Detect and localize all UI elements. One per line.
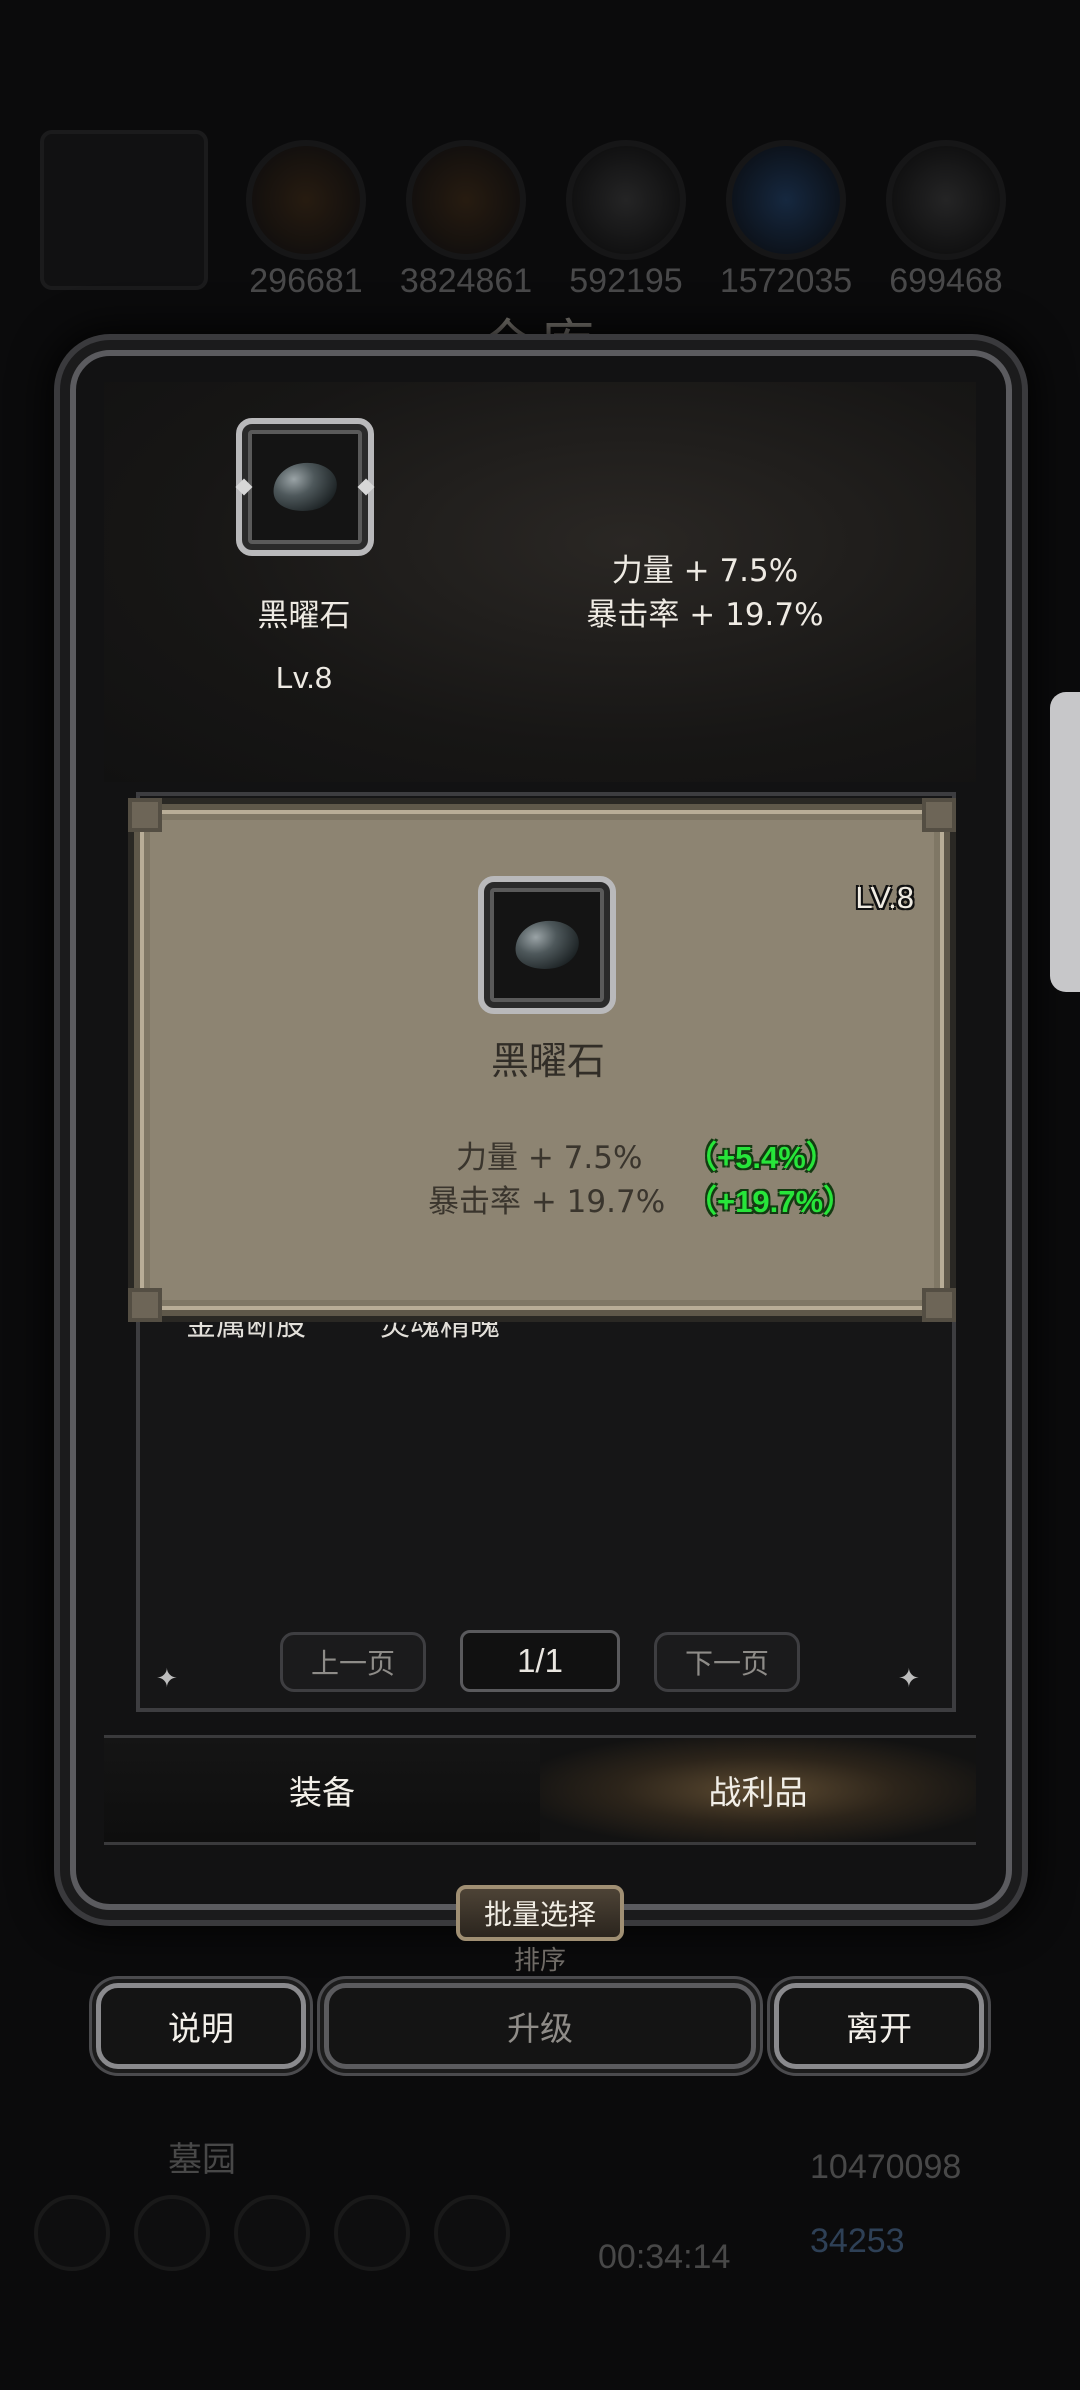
selected-item-name: 黑曜石: [257, 598, 351, 634]
resource-icon: [886, 140, 1006, 260]
timer: 00:34:14: [598, 2238, 731, 2276]
player-avatar: [40, 130, 208, 290]
resource-count: 592195: [569, 262, 683, 300]
help-button[interactable]: 说明: [96, 1983, 306, 2069]
location-label: 墓园: [168, 2140, 236, 2180]
category-tabs: 装备 战利品: [104, 1735, 976, 1845]
menu-icon: [34, 2195, 110, 2271]
selected-item-level: Lv.8: [275, 660, 333, 695]
resource-icon: [566, 140, 686, 260]
menu-icon: [234, 2195, 310, 2271]
selected-item-slot[interactable]: [235, 418, 375, 556]
sort-label: 排序: [513, 1946, 566, 1976]
tooltip-item-name: 黑曜石: [490, 1039, 605, 1083]
gold-count: 10470098: [810, 2148, 962, 2186]
resource-icon: [246, 140, 366, 260]
leave-button[interactable]: 离开: [774, 1983, 984, 2069]
upgrade-button[interactable]: 升级: [324, 1983, 756, 2069]
batch-select-button[interactable]: 批量选择: [456, 1885, 624, 1941]
menu-icon: [134, 2195, 210, 2271]
tooltip-stat-bonus: （+5.4%）: [686, 1140, 837, 1175]
obsidian-icon: [511, 915, 583, 975]
sparkle-icon: ✦: [156, 1664, 178, 1694]
tooltip-level: LV.8: [855, 880, 914, 915]
prev-page-button[interactable]: 上一页: [280, 1632, 426, 1692]
next-page-button[interactable]: 下一页: [654, 1632, 800, 1692]
tooltip-stat: 暴击率 + 19.7%: [428, 1184, 666, 1220]
sparkle-icon: ✦: [898, 1664, 920, 1694]
item-tooltip: LV.8 黑曜石 力量 + 7.5% （+5.4%） 暴击率 + 19.7% （…: [128, 798, 956, 1322]
resource-count: 1572035: [719, 262, 853, 300]
selected-item-stat: 力量 + 7.5%: [611, 553, 799, 589]
resource-icon: [726, 140, 846, 260]
resource-icon: [406, 140, 526, 260]
tooltip-stat: 力量 + 7.5%: [456, 1140, 643, 1176]
tab-loot[interactable]: 战利品: [540, 1738, 976, 1842]
gem-count: 34253: [810, 2222, 905, 2260]
menu-icon: [334, 2195, 410, 2271]
resource-count: 296681: [249, 262, 363, 300]
resource-count: 699468: [889, 262, 1003, 300]
page-indicator: 1/1: [460, 1630, 620, 1692]
menu-icon: [434, 2195, 510, 2271]
selected-item-stat: 暴击率 + 19.7%: [586, 597, 824, 633]
tooltip-stat-bonus: （+19.7%）: [686, 1184, 855, 1219]
side-panel-handle[interactable]: [1050, 692, 1080, 992]
tab-equipment[interactable]: 装备: [104, 1738, 540, 1842]
obsidian-icon: [269, 457, 341, 517]
resource-count: 3824861: [399, 262, 533, 300]
tooltip-item-slot: [478, 876, 616, 1014]
